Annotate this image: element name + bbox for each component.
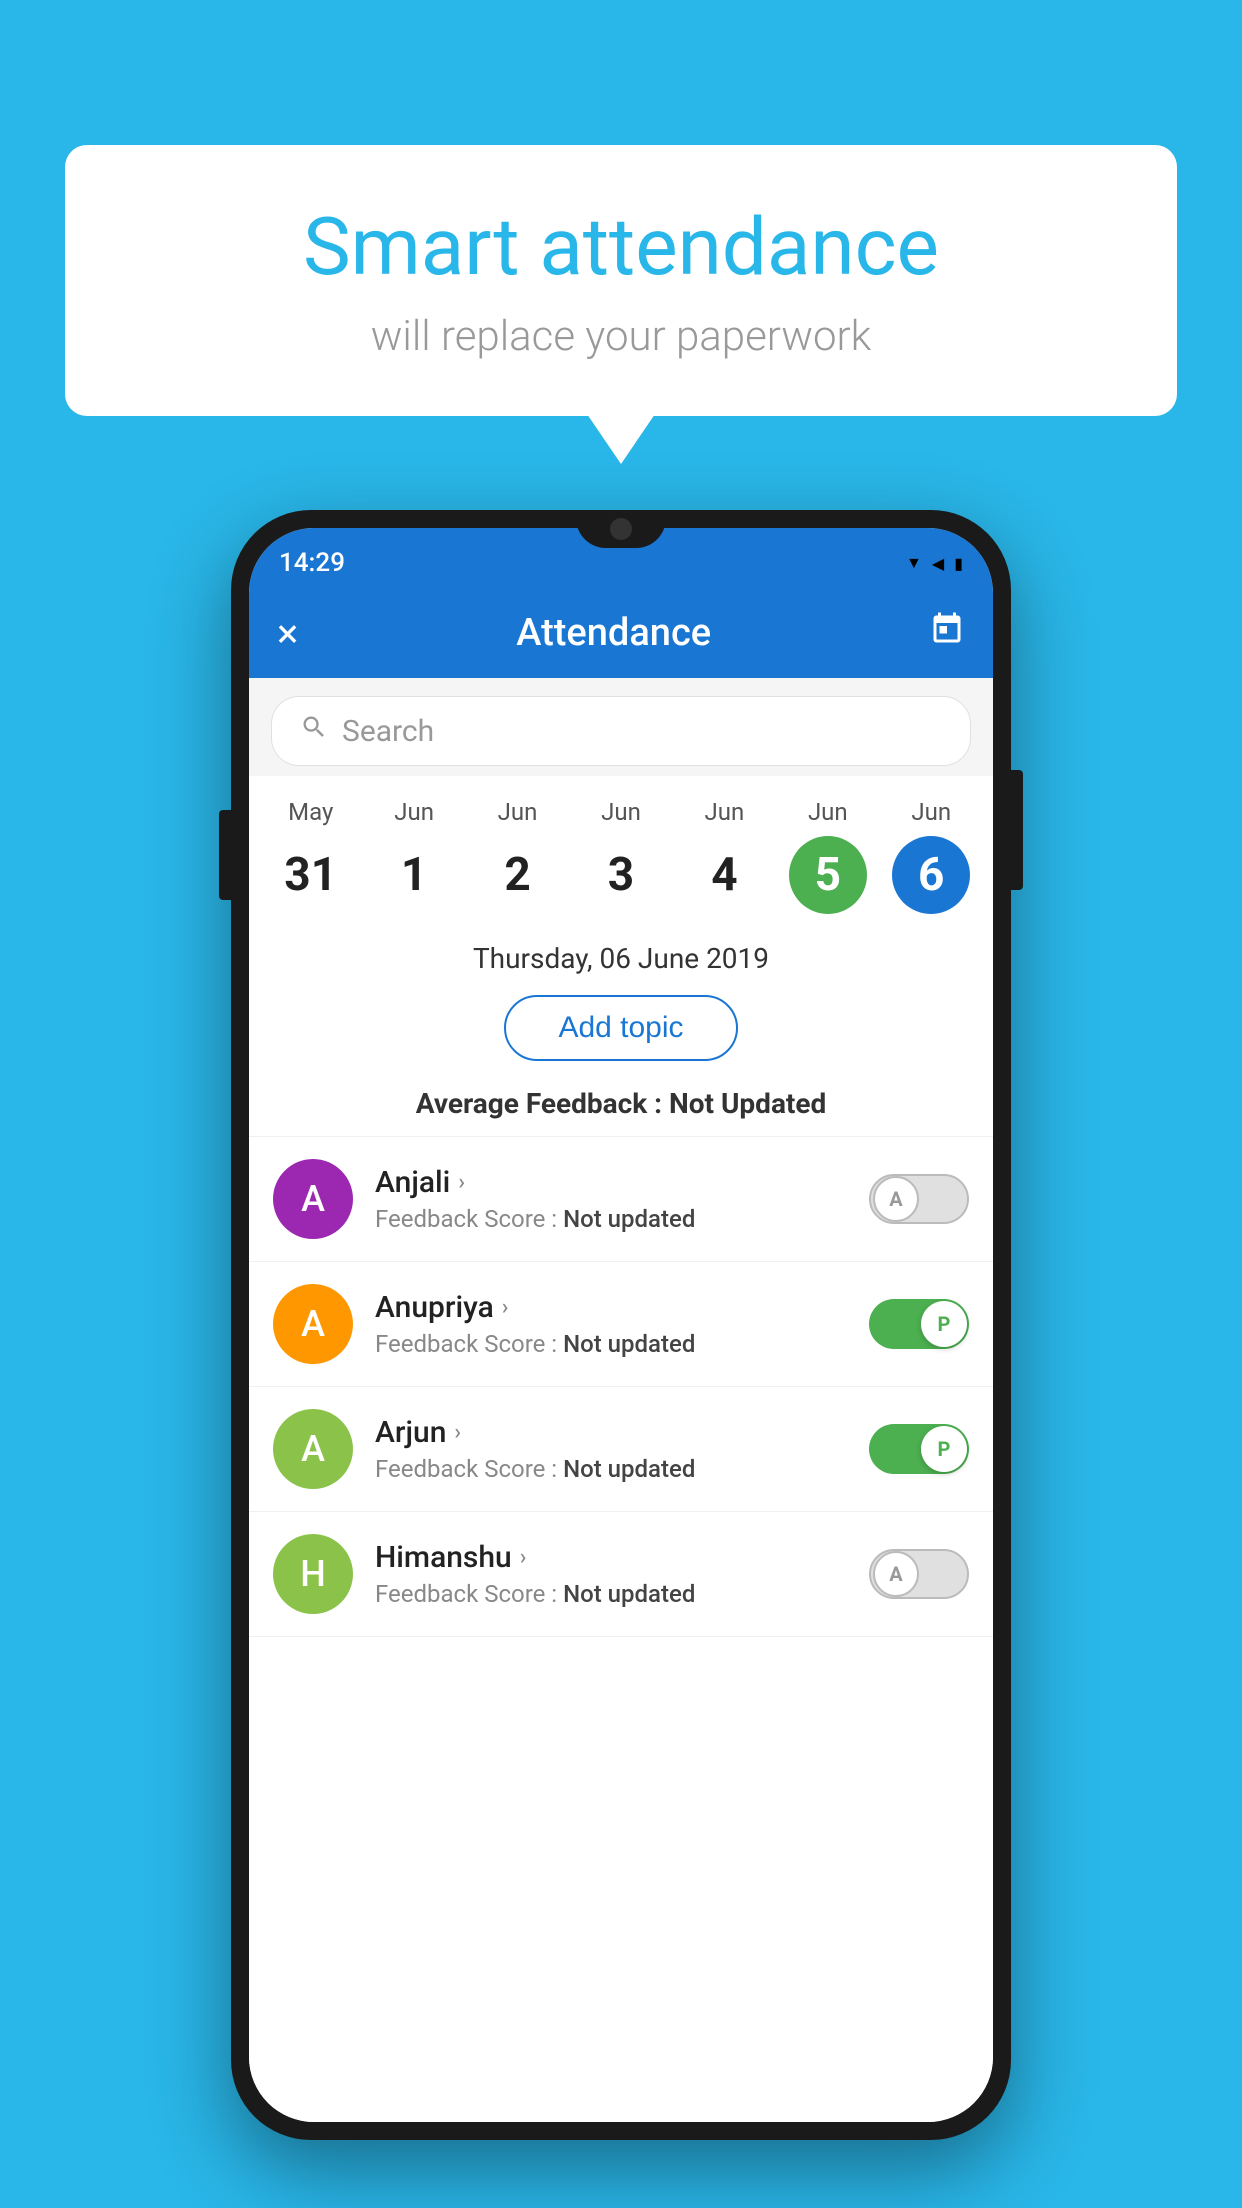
cal-date-0[interactable]: 31 <box>272 836 350 914</box>
feedback-value-2: Not updated <box>563 1455 695 1483</box>
wifi-icon: ▼ <box>906 553 922 573</box>
student-avatar-0: A <box>273 1159 353 1239</box>
chevron-icon-2: › <box>454 1420 461 1445</box>
attendance-toggle-2[interactable]: P <box>869 1424 969 1474</box>
calendar-day-0[interactable]: May 31 <box>263 798 358 914</box>
search-icon <box>300 713 328 749</box>
cal-date-3[interactable]: 3 <box>582 836 660 914</box>
phone-container: 14:29 ▼ ◀ ▮ × Attendance <box>231 510 1011 2140</box>
feedback-value-3: Not updated <box>563 1580 695 1608</box>
feedback-score-2: Feedback Score : Not updated <box>375 1455 847 1483</box>
student-name-1[interactable]: Anupriya › <box>375 1290 847 1325</box>
student-item-0: A Anjali › Feedback Score : Not updated A <box>249 1137 993 1262</box>
calendar-day-3[interactable]: Jun 3 <box>573 798 668 914</box>
feedback-value-0: Not updated <box>563 1205 695 1233</box>
cal-month-4: Jun <box>705 798 745 826</box>
attendance-toggle-1[interactable]: P <box>869 1299 969 1349</box>
student-avatar-3: H <box>273 1534 353 1614</box>
cal-month-1: Jun <box>394 798 434 826</box>
calendar-day-2[interactable]: Jun 2 <box>470 798 565 914</box>
toggle-knob-1: P <box>921 1301 967 1347</box>
feedback-value-1: Not updated <box>563 1330 695 1358</box>
toggle-container-1: P <box>869 1299 969 1349</box>
status-icons: ▼ ◀ ▮ <box>906 553 963 573</box>
avg-feedback-label: Average Feedback : <box>416 1087 662 1120</box>
calendar-day-1[interactable]: Jun 1 <box>367 798 462 914</box>
toggle-knob-0: A <box>873 1176 919 1222</box>
attendance-toggle-3[interactable]: A <box>869 1549 969 1599</box>
cal-date-1[interactable]: 1 <box>375 836 453 914</box>
cal-month-6: Jun <box>911 798 951 826</box>
cal-month-0: May <box>288 798 333 826</box>
student-list: AAnjali ›Feedback Score : Not updatedAAA… <box>249 1137 993 2122</box>
calendar-day-5[interactable]: Jun 5 <box>780 798 875 914</box>
student-item-2: A Arjun › Feedback Score : Not updated P <box>249 1387 993 1512</box>
toggle-container-3: A <box>869 1549 969 1599</box>
header-title: Attendance <box>516 611 711 655</box>
speech-bubble: Smart attendance will replace your paper… <box>65 145 1177 416</box>
student-name-0[interactable]: Anjali › <box>375 1165 847 1200</box>
calendar-day-4[interactable]: Jun 4 <box>677 798 772 914</box>
student-item-3: H Himanshu › Feedback Score : Not updated A <box>249 1512 993 1637</box>
bubble-subtitle: will replace your paperwork <box>125 312 1117 361</box>
student-item-1: A Anupriya › Feedback Score : Not updated P <box>249 1262 993 1387</box>
cal-date-2[interactable]: 2 <box>479 836 557 914</box>
cal-month-2: Jun <box>498 798 538 826</box>
signal-icon: ◀ <box>932 554 944 573</box>
avg-feedback: Average Feedback : Not Updated <box>249 1079 993 1137</box>
chevron-icon-0: › <box>458 1170 465 1195</box>
app-header: × Attendance <box>249 588 993 678</box>
add-topic-container: Add topic <box>249 981 993 1079</box>
student-avatar-2: A <box>273 1409 353 1489</box>
feedback-score-3: Feedback Score : Not updated <box>375 1580 847 1608</box>
phone-screen: 14:29 ▼ ◀ ▮ × Attendance <box>249 528 993 2122</box>
feedback-score-0: Feedback Score : Not updated <box>375 1205 847 1233</box>
student-name-3[interactable]: Himanshu › <box>375 1540 847 1575</box>
status-time: 14:29 <box>279 548 345 578</box>
cal-date-4[interactable]: 4 <box>685 836 763 914</box>
add-topic-button[interactable]: Add topic <box>504 995 737 1061</box>
student-avatar-1: A <box>273 1284 353 1364</box>
battery-icon: ▮ <box>954 554 963 573</box>
toggle-knob-2: P <box>921 1426 967 1472</box>
cal-month-5: Jun <box>808 798 848 826</box>
student-name-2[interactable]: Arjun › <box>375 1415 847 1450</box>
calendar-strip: May 31 Jun 1 Jun 2 Jun 3 Jun 4 Jun 5 Jun 6 <box>249 776 993 930</box>
bubble-title: Smart attendance <box>125 200 1117 294</box>
cal-month-3: Jun <box>601 798 641 826</box>
phone-notch <box>576 510 666 548</box>
chevron-icon-1: › <box>502 1295 509 1320</box>
camera-dot <box>610 518 632 540</box>
calendar-icon[interactable] <box>929 611 965 656</box>
attendance-toggle-0[interactable]: A <box>869 1174 969 1224</box>
toggle-container-0: A <box>869 1174 969 1224</box>
search-container: Search <box>249 678 993 776</box>
search-placeholder: Search <box>342 714 434 749</box>
student-info-0: Anjali › Feedback Score : Not updated <box>375 1165 847 1233</box>
speech-bubble-container: Smart attendance will replace your paper… <box>65 145 1177 416</box>
calendar-day-6[interactable]: Jun 6 <box>884 798 979 914</box>
cal-date-6[interactable]: 6 <box>892 836 970 914</box>
selected-date-label: Thursday, 06 June 2019 <box>249 930 993 981</box>
feedback-score-1: Feedback Score : Not updated <box>375 1330 847 1358</box>
toggle-container-2: P <box>869 1424 969 1474</box>
avg-feedback-value: Not Updated <box>669 1087 826 1120</box>
student-info-2: Arjun › Feedback Score : Not updated <box>375 1415 847 1483</box>
chevron-icon-3: › <box>520 1545 527 1570</box>
toggle-knob-3: A <box>873 1551 919 1597</box>
student-info-1: Anupriya › Feedback Score : Not updated <box>375 1290 847 1358</box>
close-button[interactable]: × <box>277 610 298 657</box>
phone-frame: 14:29 ▼ ◀ ▮ × Attendance <box>231 510 1011 2140</box>
search-bar[interactable]: Search <box>271 696 971 766</box>
student-info-3: Himanshu › Feedback Score : Not updated <box>375 1540 847 1608</box>
cal-date-5[interactable]: 5 <box>789 836 867 914</box>
